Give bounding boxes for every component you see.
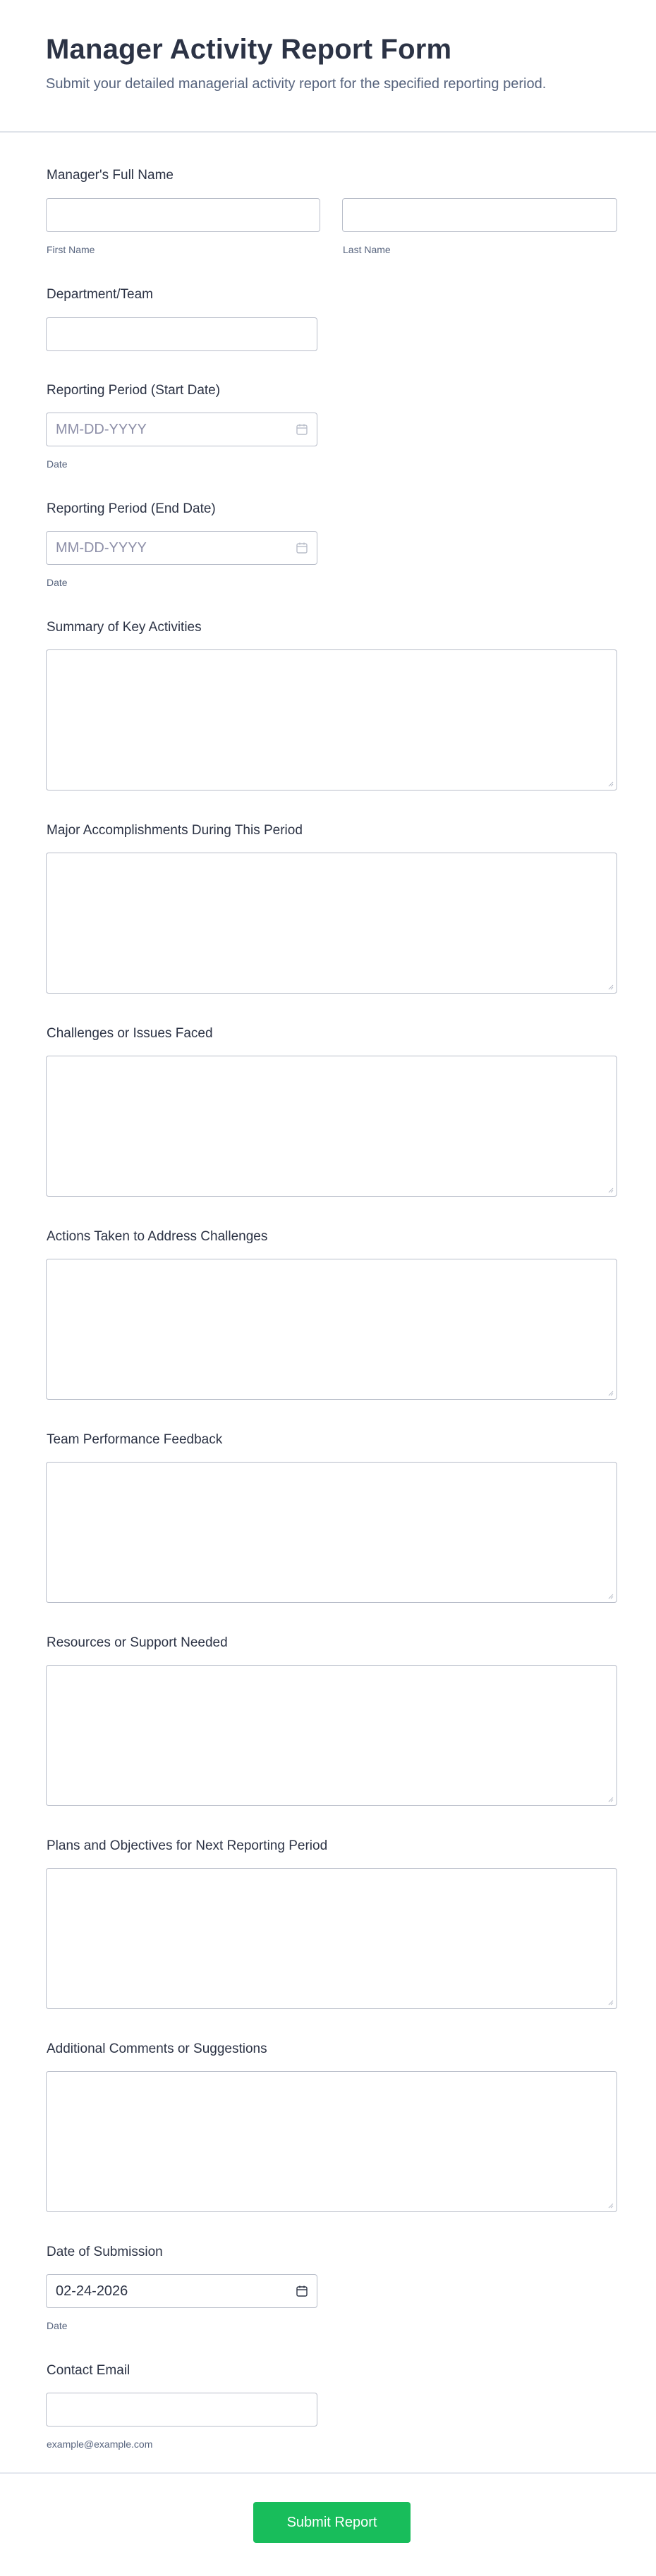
resources-textarea[interactable] [46, 1665, 617, 1806]
comments-label: Additional Comments or Suggestions [47, 2041, 267, 2056]
resources-label: Resources or Support Needed [47, 1635, 228, 1650]
calendar-icon[interactable] [296, 423, 308, 436]
resize-grip-icon[interactable] [607, 1186, 614, 1193]
email-input[interactable] [46, 2393, 317, 2427]
resize-grip-icon[interactable] [607, 1592, 614, 1599]
challenges-textarea[interactable] [46, 1056, 617, 1197]
team-feedback-label: Team Performance Feedback [47, 1432, 223, 1447]
actions-label: Actions Taken to Address Challenges [47, 1229, 268, 1244]
comments-textarea[interactable] [46, 2071, 617, 2212]
start-date-sublabel: Date [47, 458, 68, 470]
submission-date-label: Date of Submission [47, 2245, 163, 2259]
department-label: Department/Team [47, 287, 154, 302]
last-name-sublabel: Last Name [343, 244, 391, 255]
resize-grip-icon[interactable] [607, 780, 614, 787]
resize-grip-icon[interactable] [607, 2202, 614, 2209]
submission-date-input[interactable] [46, 2274, 317, 2308]
plans-textarea[interactable] [46, 1868, 617, 2009]
accomplishments-textarea[interactable] [46, 853, 617, 994]
start-date-label: Reporting Period (Start Date) [47, 383, 221, 398]
plans-label: Plans and Objectives for Next Reporting … [47, 1838, 328, 1853]
page-subtitle: Submit your detailed managerial activity… [46, 76, 547, 92]
resize-grip-icon[interactable] [607, 1998, 614, 2006]
form-header: Manager Activity Report Form Submit your… [0, 0, 656, 133]
email-sublabel: example@example.com [47, 2438, 153, 2450]
end-date-label: Reporting Period (End Date) [47, 501, 216, 516]
actions-textarea[interactable] [46, 1259, 617, 1400]
accomplishments-label: Major Accomplishments During This Period [47, 823, 303, 838]
email-label: Contact Email [47, 2363, 130, 2378]
submit-button[interactable]: Submit Report [253, 2502, 411, 2543]
resize-grip-icon[interactable] [607, 983, 614, 990]
calendar-icon[interactable] [296, 2285, 308, 2297]
summary-label: Summary of Key Activities [47, 620, 202, 635]
end-date-sublabel: Date [47, 577, 68, 588]
page-title: Manager Activity Report Form [46, 34, 452, 65]
last-name-input[interactable] [342, 198, 617, 232]
first-name-input[interactable] [46, 198, 320, 232]
team-feedback-textarea[interactable] [46, 1462, 617, 1603]
resize-grip-icon[interactable] [607, 1795, 614, 1802]
calendar-icon[interactable] [296, 542, 308, 554]
full-name-label: Manager's Full Name [47, 168, 174, 183]
department-input[interactable] [46, 317, 317, 351]
start-date-input[interactable] [46, 413, 317, 446]
submission-date-sublabel: Date [47, 2320, 68, 2331]
challenges-label: Challenges or Issues Faced [47, 1026, 213, 1041]
end-date-input[interactable] [46, 531, 317, 565]
first-name-sublabel: First Name [47, 244, 95, 255]
resize-grip-icon[interactable] [607, 1389, 614, 1396]
summary-textarea[interactable] [46, 649, 617, 790]
